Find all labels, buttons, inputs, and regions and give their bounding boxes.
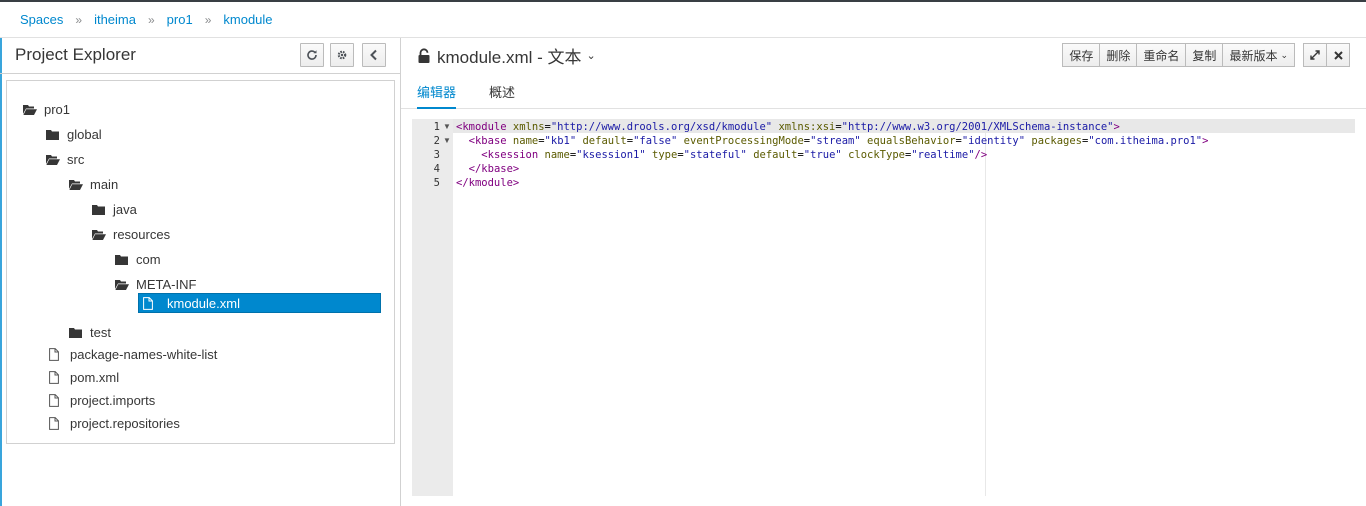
tree-item[interactable]: kmodule.xml	[138, 293, 381, 313]
file-icon	[49, 371, 63, 384]
line-number: 4	[433, 163, 440, 175]
breadcrumb-separator-icon: »	[75, 12, 83, 27]
rename-button[interactable]: 重命名	[1136, 43, 1187, 67]
explorer-header: Project Explorer	[0, 38, 400, 74]
tab-overview[interactable]: 概述	[489, 82, 515, 107]
fold-toggle-icon[interactable]: ▼	[443, 120, 451, 134]
breadcrumb: Spaces » itheima » pro1 » kmodule	[0, 2, 1366, 38]
tree-item[interactable]: test	[69, 322, 111, 342]
breadcrumb-spaces[interactable]: Spaces	[20, 12, 63, 27]
folder-icon	[46, 128, 60, 140]
chevron-left-icon	[370, 49, 377, 61]
code-editor[interactable]: 1 ▼ <kmodule xmlns="http://www.drools.org/…	[412, 119, 1355, 496]
latest-version-label: 最新版本	[1229, 48, 1278, 63]
tree-item[interactable]: com	[115, 249, 161, 269]
code-line: <ksession name="ksession1" type="statefu…	[481, 149, 988, 161]
copy-button[interactable]: 复制	[1185, 43, 1224, 67]
tree-item[interactable]: main	[69, 174, 118, 194]
file-icon	[49, 394, 63, 407]
tree-item[interactable]: project.imports	[49, 390, 155, 410]
tree-item[interactable]: pro1	[23, 99, 70, 119]
editor-toolbar: 保存 删除 重命名 复制 最新版本 ⌄	[1062, 43, 1350, 67]
tree-item-label: kmodule.xml	[167, 295, 240, 311]
refresh-icon	[307, 50, 317, 60]
line-number: 3	[433, 149, 440, 161]
caret-down-icon[interactable]: ⌄	[587, 49, 596, 62]
breadcrumb-project[interactable]: pro1	[167, 12, 193, 27]
editor-title: kmodule.xml - 文本	[437, 48, 582, 67]
lock-icon	[418, 47, 430, 63]
tree-item-label: project.repositories	[70, 415, 180, 431]
fold-toggle-icon[interactable]: ▼	[443, 134, 451, 148]
settings-button[interactable]	[330, 43, 354, 67]
breadcrumb-asset[interactable]: kmodule	[223, 12, 272, 27]
folder-icon	[92, 203, 106, 215]
folder-open-icon	[92, 228, 106, 240]
tree-item[interactable]: META-INF	[115, 274, 196, 294]
tree-item-label: pom.xml	[70, 369, 120, 385]
breadcrumb-space[interactable]: itheima	[94, 12, 136, 27]
editor-panel: kmodule.xml - 文本 ⌄ 保存 删除 重命名 复制 最新版本 ⌄ 编…	[401, 38, 1366, 506]
close-editor-button[interactable]	[1326, 43, 1350, 67]
gear-icon	[337, 50, 347, 60]
breadcrumb-separator-icon: »	[204, 12, 212, 27]
code-line: <kmodule xmlns="http://www.drools.org/xs…	[456, 121, 1120, 133]
maximize-button[interactable]	[1303, 43, 1327, 67]
explorer-title: Project Explorer	[15, 45, 136, 64]
print-margin	[985, 119, 986, 496]
folder-open-icon	[69, 178, 83, 190]
breadcrumb-separator-icon: »	[147, 12, 155, 27]
tree-item-label: global	[67, 126, 102, 142]
tree-item-label: resources	[113, 226, 171, 242]
line-number: 5	[433, 177, 440, 189]
tab-editor[interactable]: 编辑器	[417, 82, 457, 109]
code-line: </kmodule>	[456, 177, 520, 189]
tree-item[interactable]: pom.xml	[49, 367, 119, 387]
close-icon	[1333, 50, 1343, 60]
tree-item-label: com	[136, 251, 161, 267]
project-explorer-panel: Project Explorer pro1 global src main java re…	[0, 38, 401, 506]
file-icon	[49, 348, 63, 361]
caret-down-icon: ⌄	[1280, 49, 1288, 60]
tree-item-label: META-INF	[136, 276, 197, 292]
tree-item-label: src	[67, 151, 85, 167]
expand-icon	[1310, 50, 1320, 60]
folder-open-icon	[46, 153, 60, 165]
tree-item[interactable]: resources	[92, 224, 170, 244]
folder-open-icon	[115, 278, 129, 290]
tree-item[interactable]: src	[46, 149, 84, 169]
editor-tabs: 编辑器 概述	[401, 74, 1366, 109]
save-button[interactable]: 保存	[1062, 43, 1101, 67]
project-tree: pro1 global src main java resources com META-IN…	[6, 80, 395, 444]
file-icon	[143, 297, 157, 310]
code-line: <kbase name="kb1" default="false" eventP…	[468, 135, 1209, 147]
line-number: 1	[433, 121, 440, 133]
collapse-panel-button[interactable]	[362, 43, 386, 67]
tree-item-label: test	[90, 324, 111, 340]
tree-item[interactable]: project.repositories	[49, 413, 180, 433]
tree-item[interactable]: package-names-white-list	[49, 344, 217, 364]
folder-icon	[69, 326, 83, 338]
delete-button[interactable]: 删除	[1099, 43, 1138, 67]
latest-version-dropdown[interactable]: 最新版本 ⌄	[1222, 43, 1295, 67]
tree-item[interactable]: global	[46, 124, 102, 144]
tree-item-label: java	[113, 201, 137, 217]
refresh-button[interactable]	[300, 43, 324, 67]
folder-icon	[115, 253, 129, 265]
file-icon	[49, 417, 63, 430]
folder-open-icon	[23, 103, 37, 115]
tree-item-label: pro1	[44, 101, 71, 117]
code-line: </kbase>	[468, 163, 520, 175]
tree-item-label: main	[90, 176, 119, 192]
editor-title-bar[interactable]: kmodule.xml - 文本 ⌄	[417, 43, 596, 68]
tree-item[interactable]: java	[92, 199, 137, 219]
tree-item-label: package-names-white-list	[70, 346, 218, 362]
tree-item-label: project.imports	[70, 392, 156, 408]
line-number: 2	[433, 135, 440, 147]
